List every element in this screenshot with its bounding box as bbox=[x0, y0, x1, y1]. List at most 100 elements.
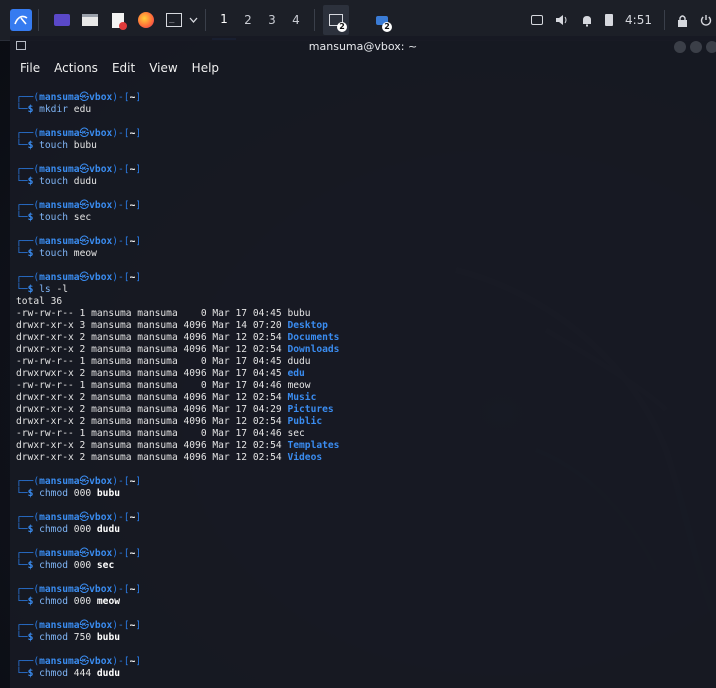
prompt-host: vbox bbox=[89, 128, 113, 139]
menu-bar: File Actions Edit View Help bbox=[10, 58, 223, 78]
chevron-down-icon[interactable] bbox=[187, 9, 199, 31]
workspace-4[interactable]: 4 bbox=[284, 0, 308, 40]
ls-total: total 36 bbox=[16, 296, 706, 308]
prompt-host: vbox bbox=[89, 200, 113, 211]
ls-row-meta: drwxr-xr-x 3 mansuma mansuma 4096 Mar 14… bbox=[16, 320, 288, 331]
ls-row-meta: -rw-rw-r-- 1 mansuma mansuma 0 Mar 17 04… bbox=[16, 356, 288, 367]
file-name: dudu bbox=[287, 356, 311, 367]
text-editor-icon[interactable] bbox=[107, 9, 129, 31]
vm-task-icon[interactable]: 2 bbox=[369, 5, 395, 35]
menu-view[interactable]: View bbox=[149, 61, 177, 75]
prompt-bracket: └─ bbox=[16, 104, 28, 115]
close-button[interactable] bbox=[706, 41, 716, 53]
ls-row: drwxrwxr-x 2 mansuma mansuma 4096 Mar 17… bbox=[16, 368, 706, 380]
menu-actions[interactable]: Actions bbox=[54, 61, 98, 75]
directory-name: Public bbox=[287, 416, 323, 427]
prompt-at-icon: ㉿ bbox=[79, 272, 90, 283]
ls-row-meta: drwxr-xr-x 2 mansuma mansuma 4096 Mar 17… bbox=[16, 404, 288, 415]
prompt-user: mansuma bbox=[39, 620, 80, 631]
firefox-icon[interactable] bbox=[135, 9, 157, 31]
prompt-bracket: )-[ bbox=[112, 236, 130, 247]
ls-row-meta: drwxrwxr-x 2 mansuma mansuma 4096 Mar 17… bbox=[16, 368, 288, 379]
panel-separator bbox=[314, 9, 315, 31]
menu-file[interactable]: File bbox=[20, 61, 40, 75]
command-name: chmod bbox=[39, 524, 69, 535]
command-arg: sec bbox=[96, 560, 115, 571]
prompt-host: vbox bbox=[89, 164, 113, 175]
command-mode: 000 bbox=[73, 524, 92, 535]
prompt-bracket: )-[ bbox=[112, 164, 130, 175]
menu-help[interactable]: Help bbox=[192, 61, 219, 75]
command-mode: 000 bbox=[73, 488, 92, 499]
command-name: touch bbox=[39, 140, 69, 151]
minimize-button[interactable] bbox=[674, 41, 686, 53]
file-name: bubu bbox=[287, 308, 311, 319]
maximize-button[interactable] bbox=[690, 41, 702, 53]
window-titlebar[interactable]: mansuma@vbox: ~ bbox=[10, 36, 716, 56]
menu-edit[interactable]: Edit bbox=[112, 61, 135, 75]
prompt-bracket: ┌──( bbox=[16, 92, 40, 103]
top-panel: _ 1 2 3 4 2 2 4:51 bbox=[0, 0, 716, 41]
terminal-task-icon[interactable]: 2 bbox=[323, 5, 349, 35]
prompt-user: mansuma bbox=[39, 236, 80, 247]
power-icon[interactable] bbox=[700, 14, 712, 26]
prompt-bracket: )-[ bbox=[112, 548, 130, 559]
command-mode: 750 bbox=[73, 632, 92, 643]
workspace-1[interactable]: 1 bbox=[212, 0, 236, 40]
prompt-at-icon: ㉿ bbox=[79, 512, 90, 523]
prompt-bracket: ] bbox=[135, 200, 142, 211]
workspace-2[interactable]: 2 bbox=[236, 0, 260, 40]
command-name: chmod bbox=[39, 560, 69, 571]
volume-icon[interactable] bbox=[555, 14, 569, 26]
prompt-at-icon: ㉿ bbox=[79, 476, 90, 487]
battery-icon[interactable] bbox=[605, 14, 614, 26]
prompt-dollar: $ bbox=[27, 668, 40, 679]
task-count-badge: 2 bbox=[382, 22, 392, 32]
prompt-line: ┌──(mansuma㉿vbox)-[~] bbox=[16, 512, 706, 524]
prompt-host: vbox bbox=[89, 236, 113, 247]
lock-icon[interactable] bbox=[677, 14, 688, 27]
command-arg: dudu bbox=[73, 176, 97, 187]
ls-row: -rw-rw-r-- 1 mansuma mansuma 0 Mar 17 04… bbox=[16, 356, 706, 368]
command-line: └─$ chmod 750 bubu bbox=[16, 632, 706, 644]
prompt-bracket: ┌──( bbox=[16, 548, 40, 559]
prompt-user: mansuma bbox=[39, 164, 80, 175]
screen-icon[interactable] bbox=[531, 15, 544, 25]
prompt-dollar: $ bbox=[27, 524, 40, 535]
workspace-3[interactable]: 3 bbox=[260, 0, 284, 40]
kali-menu-icon[interactable] bbox=[10, 9, 32, 31]
ls-row-meta: drwxr-xr-x 2 mansuma mansuma 4096 Mar 12… bbox=[16, 332, 288, 343]
prompt-line: ┌──(mansuma㉿vbox)-[~] bbox=[16, 92, 706, 104]
command-name: chmod bbox=[39, 488, 69, 499]
prompt-bracket: └─ bbox=[16, 632, 28, 643]
notification-bell-icon[interactable] bbox=[581, 14, 593, 27]
ls-row: -rw-rw-r-- 1 mansuma mansuma 0 Mar 17 04… bbox=[16, 308, 706, 320]
terminal-output[interactable]: ┌──(mansuma㉿vbox)-[~] └─$ mkdir edu ┌──(ma… bbox=[16, 92, 706, 680]
prompt-dollar: $ bbox=[27, 560, 40, 571]
file-manager-icon[interactable] bbox=[79, 9, 101, 31]
command-line: └─$ chmod 444 dudu bbox=[16, 668, 706, 680]
workspace-overview-icon[interactable] bbox=[51, 9, 73, 31]
directory-name: Documents bbox=[287, 332, 340, 343]
prompt-user: mansuma bbox=[39, 128, 80, 139]
prompt-bracket: ] bbox=[135, 128, 142, 139]
prompt-host: vbox bbox=[89, 476, 113, 487]
prompt-bracket: └─ bbox=[16, 140, 28, 151]
command-arg: bubu bbox=[96, 488, 121, 499]
directory-name: Desktop bbox=[287, 320, 328, 331]
prompt-line: ┌──(mansuma㉿vbox)-[~] bbox=[16, 584, 706, 596]
clock[interactable]: 4:51 bbox=[625, 13, 652, 27]
command-mode: 000 bbox=[73, 560, 92, 571]
prompt-bracket: └─ bbox=[16, 596, 28, 607]
prompt-dollar: $ bbox=[27, 596, 40, 607]
terminal-icon[interactable]: _ bbox=[163, 9, 185, 31]
ls-row: drwxr-xr-x 2 mansuma mansuma 4096 Mar 12… bbox=[16, 344, 706, 356]
command-mode: 444 bbox=[73, 668, 92, 679]
command-arg: edu bbox=[73, 104, 92, 115]
prompt-line: ┌──(mansuma㉿vbox)-[~] bbox=[16, 272, 706, 284]
command-line: └─$ ls -l bbox=[16, 284, 706, 296]
